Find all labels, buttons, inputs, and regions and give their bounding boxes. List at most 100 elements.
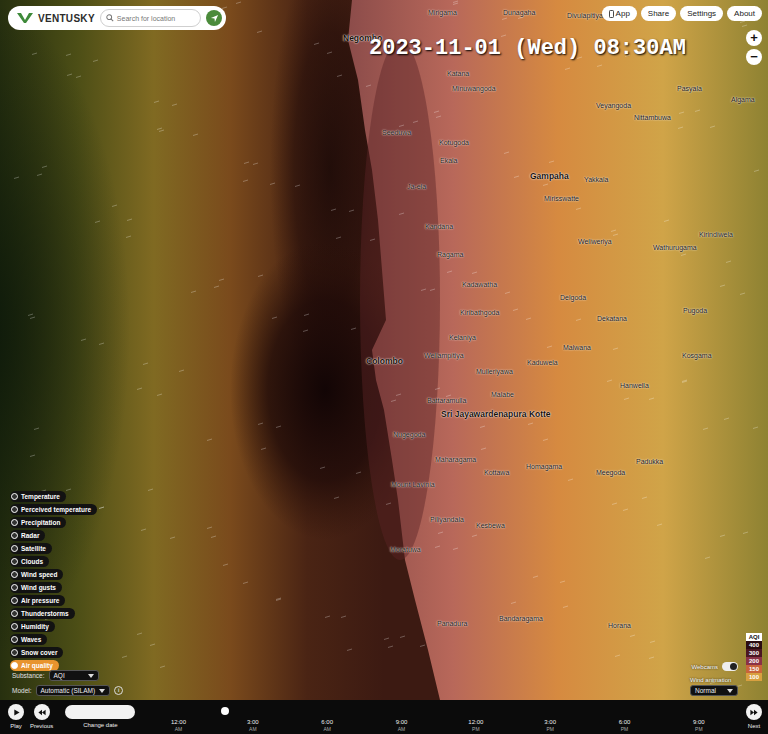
previous-button[interactable]: Previous	[30, 704, 53, 729]
place-label: Kotugoda	[439, 138, 469, 147]
layer-item[interactable]: Temperature	[10, 491, 66, 502]
place-label: Kaduwela	[527, 358, 558, 367]
layer-item[interactable]: Perceived temperature	[10, 504, 97, 515]
next-button[interactable]: Next	[746, 704, 762, 729]
place-label: Piliyandala	[430, 515, 464, 524]
rewind-icon	[38, 709, 46, 716]
place-label: Veyangoda	[596, 101, 631, 110]
place-label: Moratuwa	[390, 545, 421, 554]
search-icon	[106, 14, 114, 22]
legend-step: 100	[746, 673, 762, 681]
layer-icon	[11, 532, 18, 539]
change-date-button[interactable]: Change date	[65, 704, 135, 728]
logo-icon	[17, 13, 33, 23]
menu-button[interactable]: About	[727, 6, 762, 21]
top-menu: App Share Settings About	[602, 6, 762, 21]
time-tick[interactable]: 3:00AM	[216, 719, 290, 733]
wind-animation-select[interactable]: Normal	[690, 685, 738, 696]
caret-icon	[99, 689, 105, 693]
place-label: Seeduwa	[382, 128, 411, 137]
timeline-track[interactable]	[141, 706, 736, 716]
place-label: Kelaniya	[449, 333, 476, 342]
substance-select[interactable]: AQI	[49, 670, 99, 681]
place-label: Pugoda	[683, 306, 707, 315]
forecast-time: 2023-11-01 (Wed) 08:30AM	[369, 36, 686, 61]
place-label: Ja-ela	[407, 182, 426, 191]
layer-item[interactable]: Satellite	[10, 543, 52, 554]
layer-icon	[11, 662, 18, 669]
menu-button[interactable]: Settings	[680, 6, 723, 21]
layer-icon	[11, 545, 18, 552]
zoom-button[interactable]: −	[746, 49, 762, 65]
caret-icon	[88, 674, 94, 678]
land-area	[348, 0, 768, 734]
layer-item[interactable]: Wind gusts	[10, 582, 62, 593]
place-label: Nittambuwa	[634, 113, 671, 122]
layer-item[interactable]: Clouds	[10, 556, 49, 567]
time-tick[interactable]: 6:00PM	[587, 719, 661, 733]
layer-menu: Temperature Perceived temperature Precipit…	[10, 491, 97, 671]
place-label: Panadura	[437, 619, 467, 628]
forward-icon	[750, 709, 758, 716]
info-button[interactable]: i	[114, 686, 123, 695]
layer-icon	[11, 558, 18, 565]
webcams-toggle-row: Webcams	[691, 662, 738, 671]
layer-icon	[11, 636, 18, 643]
place-label: Wellampitiya	[424, 351, 464, 360]
layer-item[interactable]: Precipitation	[10, 517, 66, 528]
place-label: Sri Jayawardenapura Kotte	[441, 409, 551, 419]
place-label: Mount Lavinia	[391, 480, 435, 489]
timeline[interactable]: 12:00AM3:00AM6:00AM9:00AM12:00PM3:00PM6:…	[141, 704, 736, 733]
place-label: Bandaragama	[499, 614, 543, 623]
time-tick[interactable]: 9:00PM	[662, 719, 736, 733]
wind-particles	[0, 0, 759, 687]
layer-item[interactable]: Humidity	[10, 621, 55, 632]
air-quality-map[interactable]	[0, 0, 768, 734]
time-tick[interactable]: 12:00PM	[439, 719, 513, 733]
search-placeholder: Search for location	[117, 15, 175, 22]
place-label: Padukka	[636, 457, 663, 466]
place-label: Malwana	[563, 343, 591, 352]
play-button[interactable]: Play	[8, 704, 24, 729]
logo[interactable]: VENTUSKY	[38, 13, 95, 24]
date-field[interactable]	[65, 705, 135, 719]
place-label: Divulapitiya	[567, 11, 603, 20]
place-label: Kottawa	[484, 468, 509, 477]
time-tick[interactable]: 9:00AM	[364, 719, 438, 733]
layer-icon	[11, 597, 18, 604]
legend-step: 150	[746, 665, 762, 673]
layer-icon	[11, 493, 18, 500]
locate-button[interactable]	[206, 10, 222, 26]
substance-row: Substance:AQI	[12, 670, 99, 681]
caret-icon	[727, 689, 733, 693]
model-select[interactable]: Automatic (SILAM)	[36, 685, 111, 696]
search-field[interactable]: Search for location	[100, 9, 201, 27]
place-label: Kosgama	[682, 351, 712, 360]
place-label: Weliweriya	[578, 237, 612, 246]
webcams-toggle[interactable]	[722, 662, 738, 671]
place-label: Malabe	[491, 390, 514, 399]
place-label: Nugegoda	[393, 430, 425, 439]
timeline-knob[interactable]	[221, 707, 229, 715]
aqi-legend: AQI400300200150100	[746, 633, 762, 681]
layer-item[interactable]: Waves	[10, 634, 47, 645]
time-tick[interactable]: 6:00AM	[290, 719, 364, 733]
place-label: Battaramulla	[427, 396, 466, 405]
zoom-button[interactable]: +	[746, 30, 762, 46]
legend-step: 200	[746, 657, 762, 665]
place-label: Minuwangoda	[452, 84, 496, 93]
layer-item[interactable]: Air pressure	[10, 595, 65, 606]
time-tick[interactable]: 3:00PM	[513, 719, 587, 733]
place-label: Algama	[731, 95, 755, 104]
layer-icon	[11, 519, 18, 526]
menu-button[interactable]: Share	[641, 6, 676, 21]
layer-item[interactable]: Thunderstorms	[10, 608, 75, 619]
place-label: Homagama	[526, 462, 562, 471]
layer-item[interactable]: Wind speed	[10, 569, 63, 580]
place-label: Gampaha	[530, 171, 569, 181]
legend-step: 400	[746, 641, 762, 649]
menu-button[interactable]: App	[602, 6, 637, 21]
layer-item[interactable]: Snow cover	[10, 647, 63, 658]
time-tick[interactable]: 12:00AM	[141, 719, 215, 733]
layer-item[interactable]: Radar	[10, 530, 45, 541]
